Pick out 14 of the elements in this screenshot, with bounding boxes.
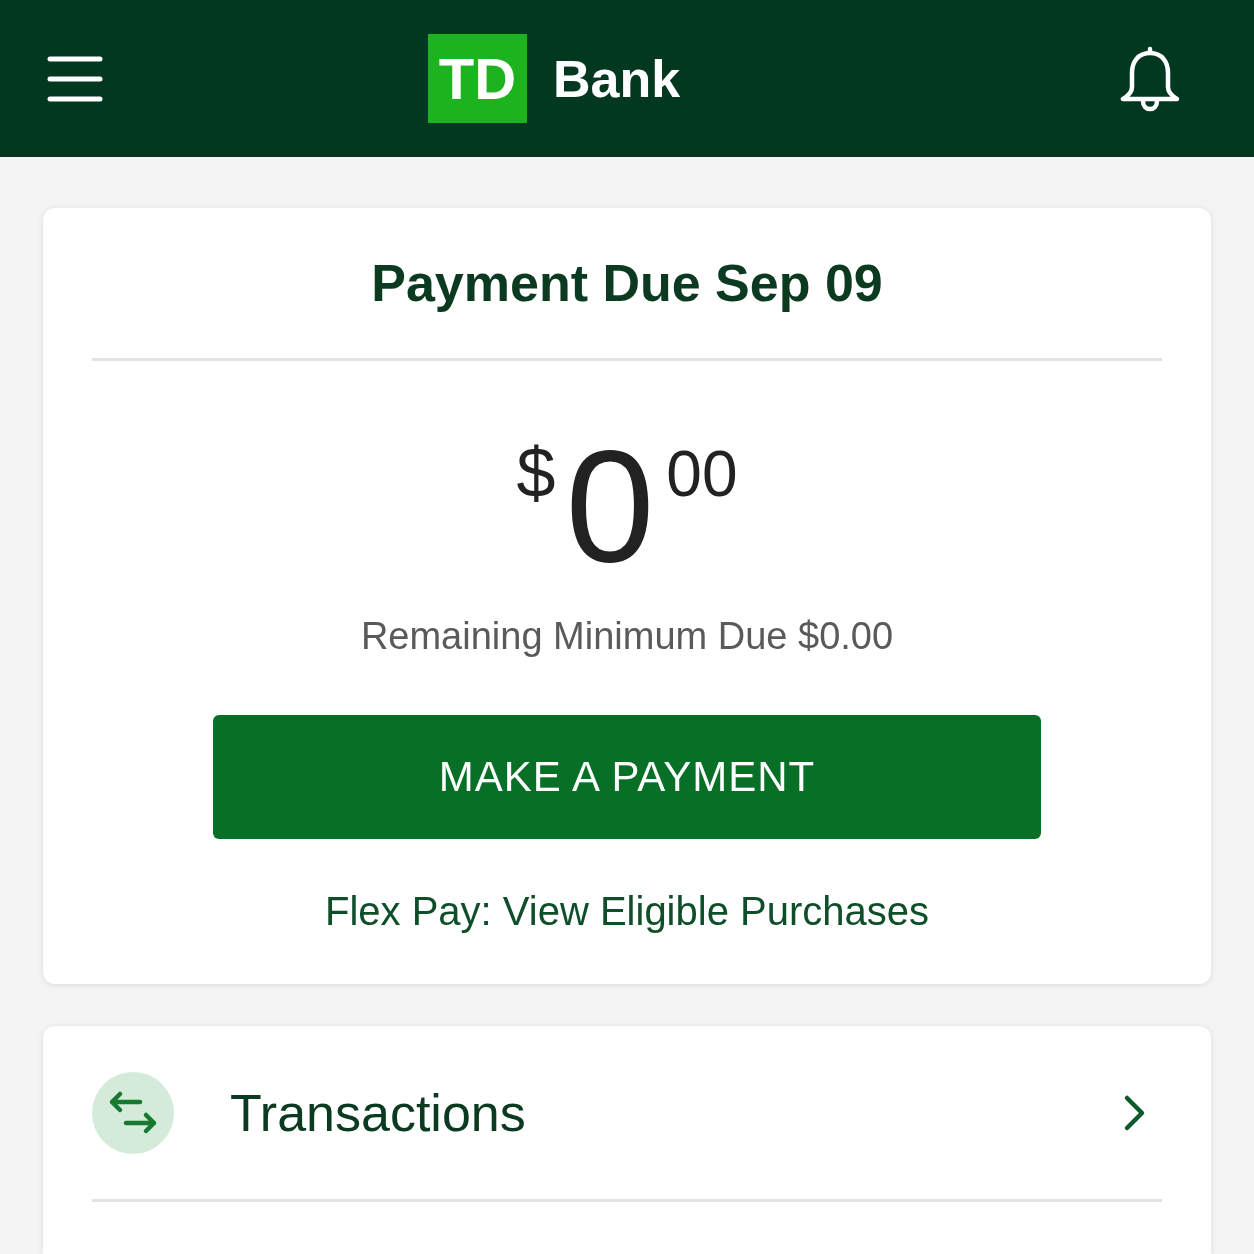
logo-text: Bank xyxy=(553,48,681,109)
make-payment-button[interactable]: MAKE A PAYMENT xyxy=(213,715,1041,839)
payment-due-title: Payment Due Sep 09 xyxy=(371,253,883,314)
logo-mark: TD xyxy=(428,34,527,123)
remaining-minimum-due: Remaining Minimum Due $0.00 xyxy=(360,614,894,659)
menu-icon[interactable] xyxy=(47,55,103,102)
currency-symbol: $ xyxy=(516,438,556,508)
chevron-right-icon xyxy=(1123,1093,1147,1132)
swap-arrows-icon xyxy=(92,1071,174,1154)
flex-pay-link[interactable]: Flex Pay: View Eligible Purchases xyxy=(325,887,929,935)
amount-whole: 0 xyxy=(565,426,655,586)
amount-cents: 00 xyxy=(666,442,738,506)
notifications-bell-icon[interactable] xyxy=(1120,45,1180,112)
menu-list-item[interactable]: Transactions xyxy=(92,1026,1162,1199)
